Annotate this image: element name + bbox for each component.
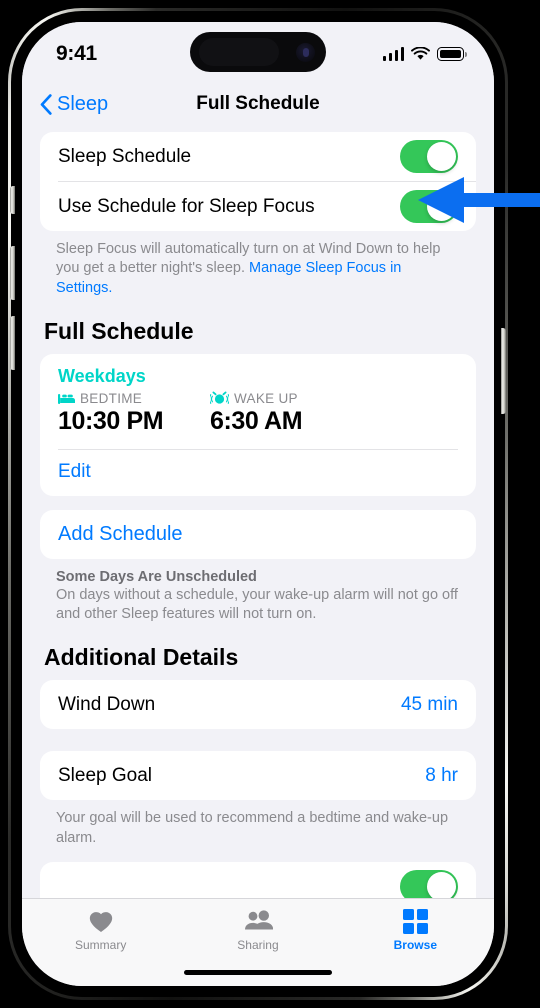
row-sleep-schedule[interactable]: Sleep Schedule bbox=[40, 132, 476, 181]
schedule-summary[interactable]: Weekdays BEDTIME 10:30 PM WAKE UP 6:30 A… bbox=[40, 354, 476, 449]
grid-icon bbox=[402, 908, 428, 934]
row-label-sleep-goal: Sleep Goal bbox=[58, 764, 153, 786]
row-wind-down[interactable]: Wind Down 45 min bbox=[40, 680, 476, 729]
bedtime-value: 10:30 PM bbox=[58, 406, 164, 435]
edit-schedule-row[interactable]: Edit bbox=[40, 450, 476, 496]
status-bar-time: 9:41 bbox=[56, 42, 97, 65]
home-indicator bbox=[184, 969, 332, 975]
weekdays-schedule-card: Weekdays BEDTIME 10:30 PM WAKE UP 6:30 A… bbox=[40, 353, 476, 496]
tab-label-sharing: Sharing bbox=[237, 938, 279, 952]
bedtime-label: BEDTIME bbox=[80, 390, 143, 406]
back-button-sleep[interactable]: Sleep bbox=[40, 93, 108, 116]
silent-switch-button[interactable] bbox=[10, 186, 15, 214]
phone-bezel: 9:41 Sleep Full Schedule Sleep Schedule … bbox=[11, 11, 505, 997]
row-value-sleep-goal: 8 hr bbox=[425, 764, 458, 786]
tab-browse[interactable]: Browse bbox=[337, 908, 494, 952]
sleep-goal-card[interactable]: Sleep Goal 8 hr bbox=[40, 751, 476, 801]
add-schedule-card[interactable]: Add Schedule bbox=[40, 509, 476, 559]
battery-icon bbox=[437, 47, 467, 61]
row-label-sleep-schedule: Sleep Schedule bbox=[58, 145, 192, 167]
volume-up-button[interactable] bbox=[10, 246, 15, 300]
toggle-use-schedule-for-sleep-focus[interactable] bbox=[400, 190, 458, 223]
wakeup-block: WAKE UP 6:30 AM bbox=[210, 391, 362, 436]
unscheduled-footnote-title: Some Days Are Unscheduled bbox=[56, 568, 257, 585]
tab-label-browse: Browse bbox=[393, 938, 437, 952]
row-partial-hidden[interactable] bbox=[40, 862, 476, 898]
wind-down-card[interactable]: Wind Down 45 min bbox=[40, 680, 476, 730]
toggle-partial-hidden[interactable] bbox=[400, 869, 458, 898]
toggle-knob bbox=[427, 142, 456, 171]
dynamic-island bbox=[190, 32, 326, 72]
phone-frame: 9:41 Sleep Full Schedule Sleep Schedule … bbox=[8, 8, 508, 1000]
section-header-full-schedule: Full Schedule bbox=[44, 317, 194, 344]
tab-summary[interactable]: Summary bbox=[22, 908, 179, 952]
wifi-icon bbox=[411, 47, 430, 60]
bedtime-header: BEDTIME bbox=[58, 391, 210, 406]
cellular-signal-icon bbox=[382, 47, 404, 61]
row-sleep-goal[interactable]: Sleep Goal 8 hr bbox=[40, 751, 476, 800]
sleep-focus-footnote: Sleep Focus will automatically turn on a… bbox=[40, 231, 476, 298]
chevron-left-icon bbox=[40, 93, 52, 115]
bed-icon bbox=[58, 393, 75, 404]
back-button-label: Sleep bbox=[57, 92, 109, 115]
volume-down-button[interactable] bbox=[10, 316, 15, 370]
sleep-goal-footnote: Your goal will be used to recommend a be… bbox=[56, 810, 449, 846]
bedtime-block: BEDTIME 10:30 PM bbox=[58, 391, 210, 436]
row-label-wind-down: Wind Down bbox=[58, 693, 156, 715]
phone-screen: 9:41 Sleep Full Schedule Sleep Schedule … bbox=[22, 22, 494, 986]
tab-sharing[interactable]: Sharing bbox=[179, 908, 336, 952]
wakeup-label: WAKE UP bbox=[234, 390, 298, 406]
front-camera-icon bbox=[296, 42, 315, 62]
row-value-wind-down: 45 min bbox=[400, 693, 458, 715]
schedule-days-label: Weekdays bbox=[58, 365, 146, 386]
unscheduled-footnote-body: On days without a schedule, your wake-up… bbox=[56, 586, 458, 623]
wakeup-value: 6:30 AM bbox=[210, 406, 303, 435]
add-schedule-label: Add Schedule bbox=[58, 522, 183, 545]
people-icon bbox=[243, 908, 273, 934]
wakeup-header: WAKE UP bbox=[210, 391, 362, 406]
row-use-schedule-for-sleep-focus[interactable]: Use Schedule for Sleep Focus bbox=[40, 182, 476, 231]
tab-label-summary: Summary bbox=[74, 938, 127, 952]
toggle-knob bbox=[427, 192, 456, 221]
section-header-additional-details: Additional Details bbox=[44, 644, 239, 671]
status-bar-indicators bbox=[382, 47, 467, 61]
settings-scroll-content[interactable]: Sleep Schedule Use Schedule for Sleep Fo… bbox=[22, 128, 494, 898]
edit-schedule-label: Edit bbox=[58, 460, 91, 482]
row-label-use-schedule-for-sleep-focus: Use Schedule for Sleep Focus bbox=[58, 195, 315, 217]
partial-next-card[interactable] bbox=[40, 861, 476, 898]
status-bar: 9:41 bbox=[22, 22, 494, 80]
schedule-times: BEDTIME 10:30 PM WAKE UP 6:30 AM bbox=[58, 391, 458, 436]
toggle-sleep-schedule[interactable] bbox=[400, 140, 458, 173]
heart-icon bbox=[88, 908, 114, 934]
toggle-knob bbox=[427, 871, 456, 898]
alarm-clock-icon bbox=[210, 391, 229, 405]
add-schedule-row[interactable]: Add Schedule bbox=[40, 510, 476, 559]
navigation-bar: Sleep Full Schedule bbox=[22, 80, 494, 128]
sleep-schedule-toggles-card: Sleep Schedule Use Schedule for Sleep Fo… bbox=[40, 132, 476, 231]
power-button[interactable] bbox=[501, 328, 506, 414]
